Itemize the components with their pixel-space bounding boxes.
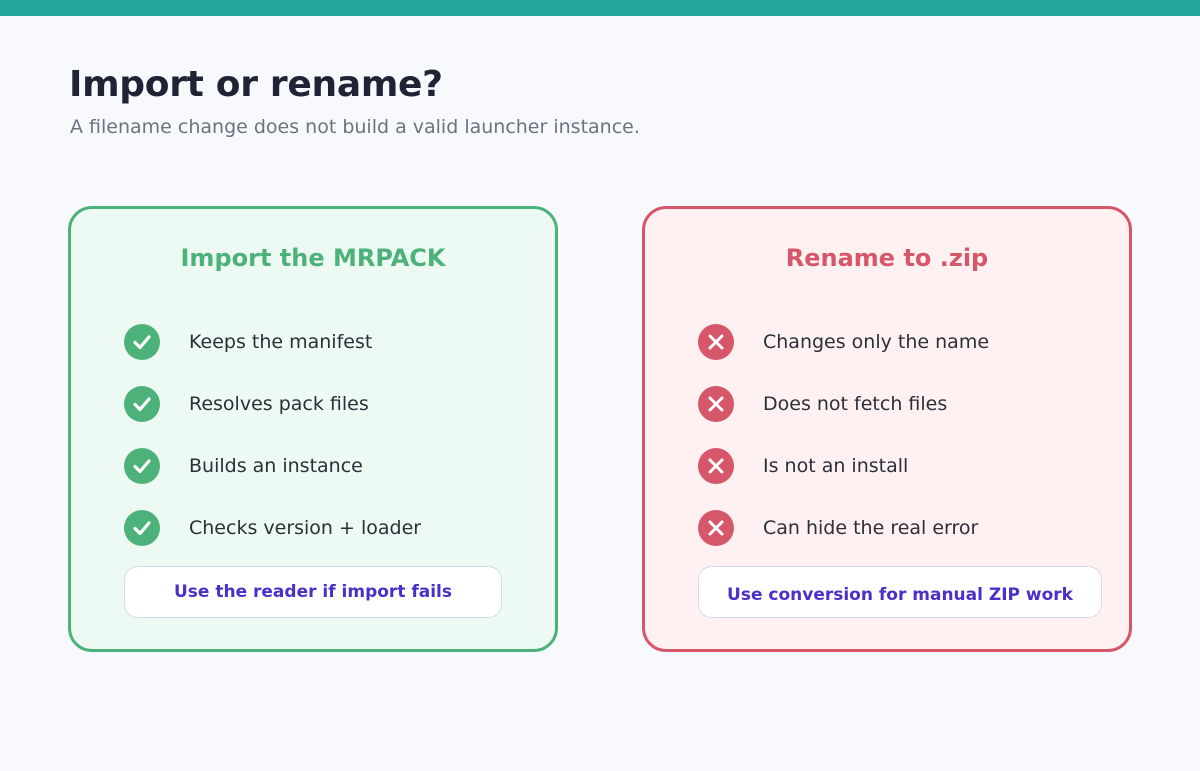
list-item-text: Is not an install: [763, 455, 909, 477]
page-title: Import or rename?: [69, 64, 443, 105]
list-item-text: Checks version + loader: [189, 517, 422, 539]
page-subtitle: A filename change does not build a valid…: [70, 116, 640, 138]
list-item-text: Keeps the manifest: [189, 331, 373, 353]
list-item-text: Builds an instance: [189, 455, 363, 477]
check-circle-icon: [124, 448, 160, 484]
list-item-text: Changes only the name: [763, 331, 990, 353]
list-item: Keeps the manifest: [124, 311, 421, 373]
use-conversion-button[interactable]: Use conversion for manual ZIP work: [698, 566, 1102, 618]
check-circle-icon: [124, 324, 160, 360]
list-item: Can hide the real error: [698, 497, 989, 559]
check-circle-icon: [124, 510, 160, 546]
list-item: Resolves pack files: [124, 373, 421, 435]
import-card-title: Import the MRPACK: [180, 244, 446, 272]
import-benefits-list: Keeps the manifest Resolves pack files B…: [124, 311, 421, 559]
list-item-text: Can hide the real error: [763, 517, 979, 539]
rename-card: Rename to .zip Changes only the name Doe…: [642, 206, 1132, 652]
x-circle-icon: [698, 448, 734, 484]
rename-drawbacks-list: Changes only the name Does not fetch fil…: [698, 311, 989, 559]
rename-card-title: Rename to .zip: [785, 244, 989, 272]
list-item-text: Resolves pack files: [189, 393, 369, 415]
use-reader-button[interactable]: Use the reader if import fails: [124, 566, 502, 618]
x-circle-icon: [698, 324, 734, 360]
check-circle-icon: [124, 386, 160, 422]
list-item: Checks version + loader: [124, 497, 421, 559]
list-item-text: Does not fetch files: [763, 393, 948, 415]
list-item: Changes only the name: [698, 311, 989, 373]
list-item: Does not fetch files: [698, 373, 989, 435]
list-item: Builds an instance: [124, 435, 421, 497]
x-circle-icon: [698, 510, 734, 546]
import-card: Import the MRPACK Keeps the manifest Res…: [68, 206, 558, 652]
list-item: Is not an install: [698, 435, 989, 497]
x-circle-icon: [698, 386, 734, 422]
top-accent-bar: [0, 0, 1200, 16]
